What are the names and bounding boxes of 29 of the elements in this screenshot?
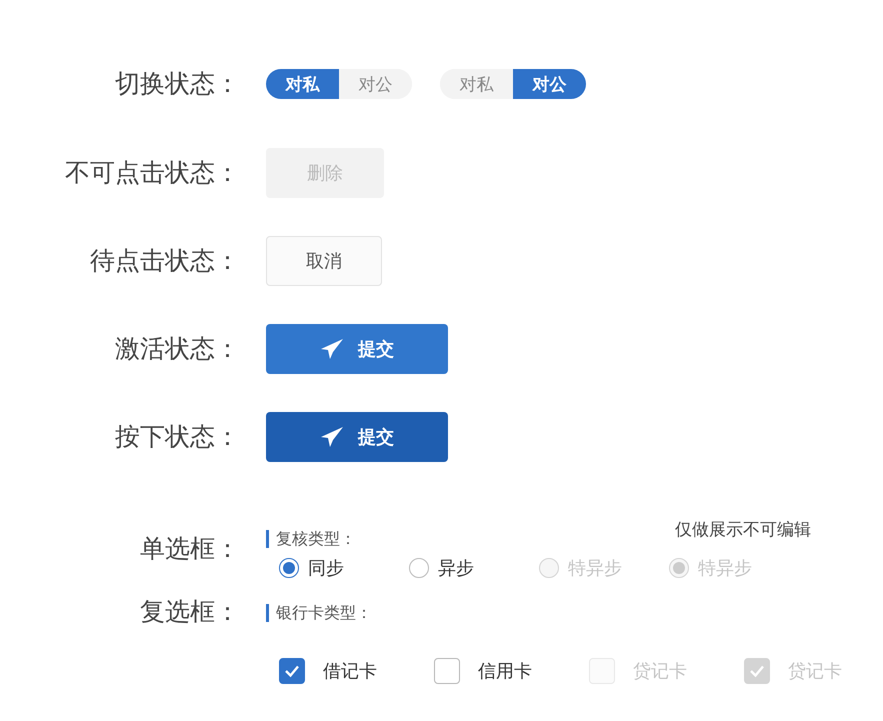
toggle-segment[interactable]: 对公 xyxy=(513,69,586,99)
action-button[interactable]: 取消 xyxy=(266,236,382,286)
field-label: 不可点击状态： xyxy=(64,157,240,189)
checkbox[interactable] xyxy=(279,658,305,684)
submit-button[interactable]: 提交 xyxy=(266,412,448,462)
paper-plane-icon xyxy=(320,426,344,448)
field-label: 按下状态： xyxy=(114,421,240,453)
option-label: 异步 xyxy=(438,557,474,580)
field-label: 复选框： xyxy=(139,596,240,628)
radio-button[interactable] xyxy=(279,558,299,578)
submit-button[interactable]: 提交 xyxy=(266,324,448,374)
field-label: 单选框： xyxy=(139,533,240,565)
checkbox[interactable] xyxy=(434,658,460,684)
group-title: 复核类型： xyxy=(266,530,356,548)
option-label: 特异步 xyxy=(698,557,752,580)
note-text: 仅做展示不可编辑 xyxy=(675,519,811,541)
option-label: 贷记卡 xyxy=(633,660,687,683)
field-label: 待点击状态： xyxy=(89,245,240,277)
toggle-segment[interactable]: 对私 xyxy=(266,69,339,99)
field-label: 激活状态： xyxy=(114,333,240,365)
group-title: 银行卡类型： xyxy=(266,604,372,622)
paper-plane-icon xyxy=(320,338,344,360)
radio-button[interactable] xyxy=(409,558,429,578)
option-label: 同步 xyxy=(308,557,344,580)
option-label: 借记卡 xyxy=(323,660,377,683)
option-label: 贷记卡 xyxy=(788,660,842,683)
option-label: 特异步 xyxy=(568,557,622,580)
field-label: 切换状态： xyxy=(114,68,240,100)
option-label: 信用卡 xyxy=(478,660,532,683)
